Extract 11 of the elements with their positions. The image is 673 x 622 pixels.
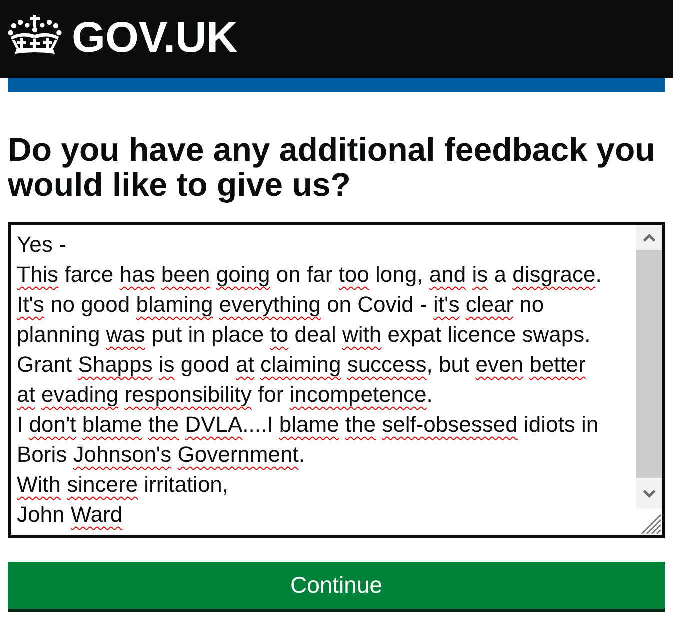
scrollbar-thumb[interactable] xyxy=(636,250,662,478)
chevron-up-icon xyxy=(642,234,656,242)
resize-grip-icon[interactable] xyxy=(641,514,661,534)
home-link[interactable]: GOV.UK xyxy=(8,15,238,60)
crown-icon xyxy=(8,15,62,56)
scroll-down-button[interactable] xyxy=(636,478,662,509)
chevron-down-icon xyxy=(642,490,656,498)
question-heading: Do you have any additional feedback you would like to give us? xyxy=(8,132,656,202)
feedback-textarea[interactable]: Yes - This farce has been going on far too long, and is a disgrace. It's no good blaming everything on Covid - it's clear no planning was put in place to deal with expat licence swaps. Grant Shapps is good at claiming success, but even better at evading responsibility for incompetence. I don't blame the DVLA....I blame the self-obsessed idiots in Boris Johnson's Government. With sincere irritation, John Ward xyxy=(8,222,665,538)
scroll-up-button[interactable] xyxy=(636,225,662,250)
continue-button[interactable]: Continue xyxy=(8,562,665,612)
